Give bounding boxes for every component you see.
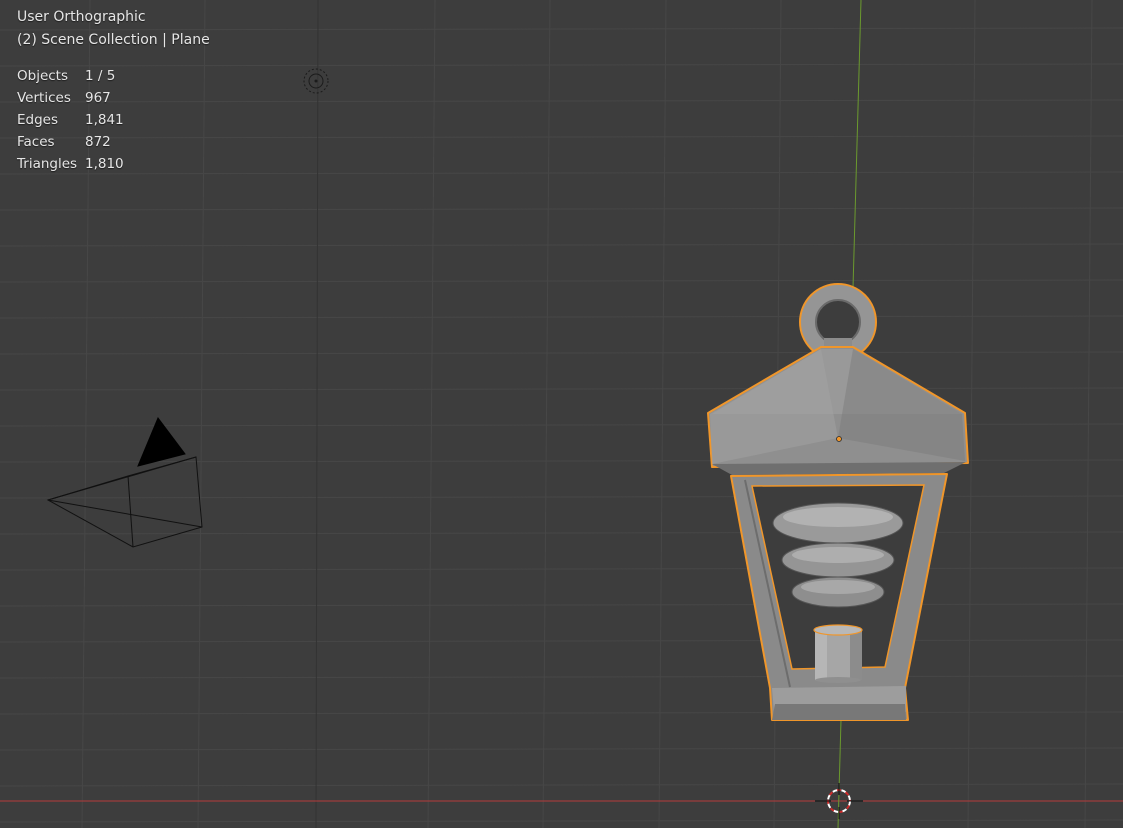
- lantern-bulb: [772, 502, 904, 608]
- lantern-socket: [813, 624, 863, 683]
- stat-vertices-value: 967: [85, 90, 111, 106]
- stat-edges-label: Edges: [17, 112, 59, 128]
- camera-icon[interactable]: [46, 417, 203, 548]
- stat-objects-value: 1 / 5: [85, 68, 116, 84]
- view-name: User Orthographic: [17, 9, 146, 25]
- stat-vertices-label: Vertices: [17, 90, 71, 106]
- stat-edges-value: 1,841: [85, 112, 124, 128]
- object-origin[interactable]: [836, 436, 842, 442]
- scene-statistics: Objects 1 / 5 Vertices 967 Edges 1,841 F…: [17, 65, 210, 175]
- stat-faces-label: Faces: [17, 134, 55, 150]
- 3d-viewport[interactable]: User Orthographic (2) Scene Collection |…: [0, 0, 1123, 828]
- stat-triangles-label: Triangles: [17, 156, 78, 172]
- stat-objects-label: Objects: [17, 68, 69, 84]
- collection-info: (2) Scene Collection | Plane: [17, 32, 210, 48]
- lantern-model[interactable]: [707, 283, 969, 721]
- stat-triangles-value: 1,810: [85, 156, 124, 172]
- viewport-overlay-text: User Orthographic (2) Scene Collection |…: [17, 6, 210, 175]
- stat-faces-value: 872: [85, 134, 111, 150]
- light-icon[interactable]: [303, 68, 329, 94]
